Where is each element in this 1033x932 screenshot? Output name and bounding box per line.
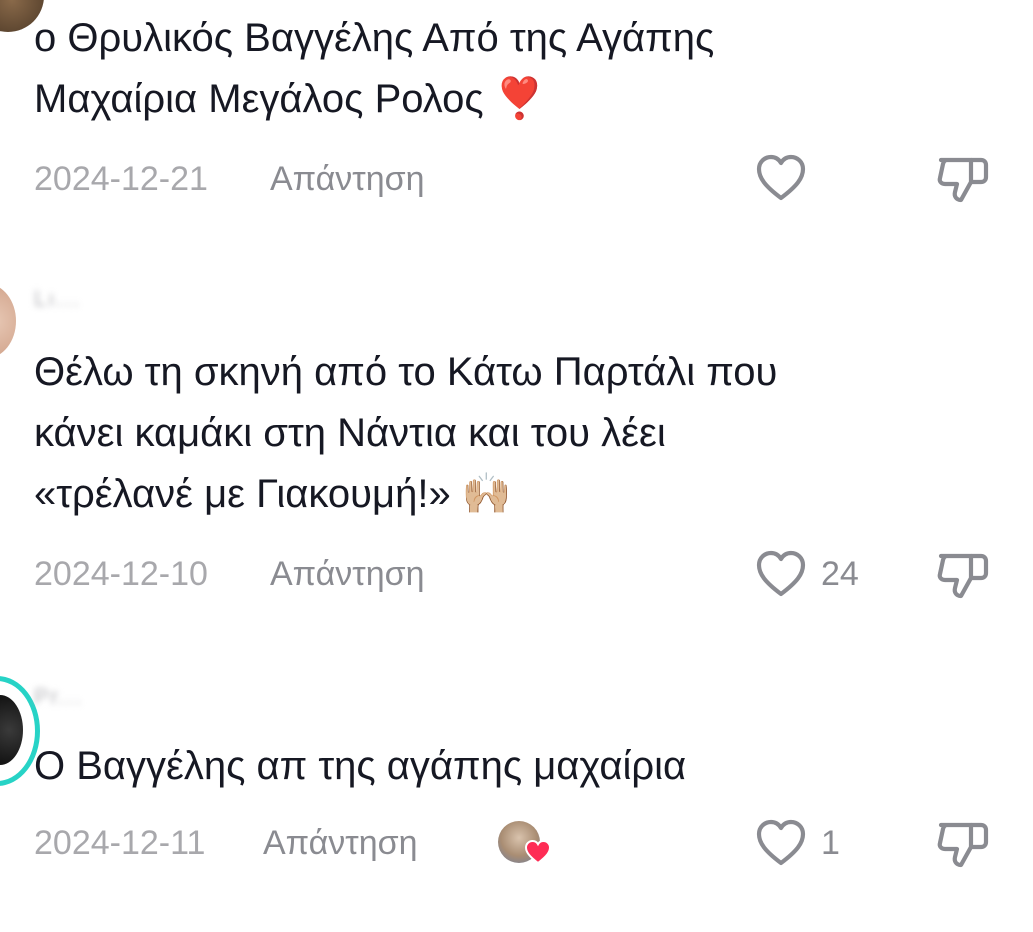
like-button[interactable]: 24	[755, 550, 859, 598]
comment-line: κάνει καμάκι στη Νάντια και του λέει	[34, 411, 666, 455]
like-button[interactable]	[755, 154, 807, 202]
reply-button[interactable]: Απάντηση	[270, 555, 425, 594]
dislike-button[interactable]	[935, 548, 991, 607]
comment-date: 2024-12-10	[34, 555, 208, 593]
red-heart-icon	[524, 839, 552, 865]
comments-list: ο Θρυλικός Βαγγέλης Από της Αγάπης Μαχαί…	[0, 0, 1033, 932]
comment-line: Θέλω τη σκηνή από το Κάτω Παρτάλι που	[34, 350, 778, 394]
comment-line: Ο Βαγγέλης απ της αγάπης μαχαίρια	[34, 744, 687, 788]
heart-outline-icon	[756, 550, 806, 597]
heart-outline-icon	[756, 154, 806, 201]
comment-text: Θέλω τη σκηνή από το Κάτω Παρτάλι που κά…	[34, 342, 777, 525]
comment-text: ο Θρυλικός Βαγγέλης Από της Αγάπης Μαχαί…	[34, 8, 714, 130]
comment-line: «τρέλανέ με Γιακουμή!» 🙌🏼	[34, 472, 512, 516]
comment-date: 2024-12-11	[34, 824, 206, 862]
thumbs-down-icon	[937, 157, 989, 203]
thumbs-down-icon	[937, 553, 989, 599]
reply-button[interactable]: Απάντηση	[270, 160, 425, 199]
reply-button[interactable]: Απάντηση	[263, 824, 418, 863]
comment-username[interactable]: Pr...	[34, 684, 83, 709]
comment-username[interactable]: Lı...	[34, 286, 81, 311]
dislike-button[interactable]	[935, 817, 991, 876]
comment-line: ο Θρυλικός Βαγγέλης Από της Αγάπης	[34, 16, 715, 60]
avatar[interactable]	[0, 284, 16, 358]
heart-outline-icon	[756, 819, 806, 866]
dislike-button[interactable]	[935, 152, 991, 211]
comment-text: Ο Βαγγέλης απ της αγάπης μαχαίρια	[34, 736, 686, 797]
like-button[interactable]: 1	[755, 819, 840, 867]
like-count: 24	[821, 554, 859, 593]
comment-line: Μαχαίρια Μεγάλος Ρολος ❣️	[34, 77, 545, 121]
thumbs-down-icon	[937, 822, 989, 868]
comment-date: 2024-12-21	[34, 160, 208, 198]
like-count: 1	[821, 823, 840, 862]
creator-liked-badge	[498, 821, 552, 865]
